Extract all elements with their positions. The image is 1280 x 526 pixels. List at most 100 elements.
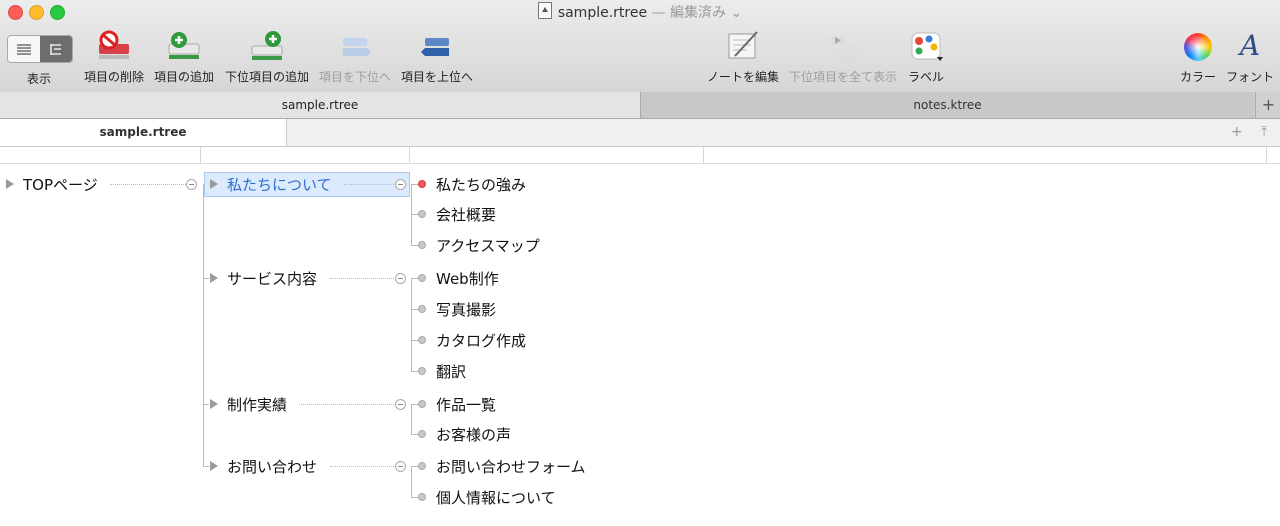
- move-up-level-icon: [419, 30, 455, 62]
- window-toolbar: sample.rtree — 編集済み ⌄ 表示 項目の削除 項目の追加 下位項…: [0, 0, 1280, 93]
- list-view-button[interactable]: [8, 36, 40, 62]
- label-label: ラベル: [907, 70, 944, 84]
- move-down-level-icon: [337, 30, 373, 62]
- collapse-toggle-icon[interactable]: [395, 273, 406, 284]
- disclosure-triangle-icon[interactable]: [210, 179, 218, 189]
- edit-note-label: ノートを編集: [706, 70, 779, 84]
- tree-node-about[interactable]: 私たちについて: [227, 174, 332, 195]
- move-down-level-button[interactable]: 項目を下位へ: [316, 30, 394, 85]
- document-icon: [537, 2, 552, 19]
- node-bullet: [418, 430, 426, 438]
- document-tab-bar: sample.rtree notes.ktree +: [0, 92, 1280, 119]
- disclosure-triangle-icon[interactable]: [210, 461, 218, 471]
- leader-dots: [299, 404, 394, 405]
- node-bullet: [418, 305, 426, 313]
- tree-node-catalog[interactable]: カタログ作成: [436, 330, 526, 351]
- color-label: カラー: [1179, 70, 1216, 84]
- node-bullet: [418, 241, 426, 249]
- tree-connector: [203, 404, 209, 405]
- tree-node-photo[interactable]: 写真撮影: [436, 299, 496, 320]
- tree-node-contact-form[interactable]: お問い合わせフォーム: [436, 456, 586, 477]
- font-icon: A: [1239, 29, 1261, 62]
- delete-item-icon: [96, 30, 132, 62]
- add-sheet-button[interactable]: +: [1231, 119, 1243, 146]
- node-bullet: [418, 400, 426, 408]
- disclosure-triangle-icon[interactable]: [6, 179, 14, 189]
- window-title-text: sample.rtree: [557, 5, 648, 21]
- tree-node-testimonials[interactable]: お客様の声: [436, 424, 511, 445]
- node-bullet: [418, 336, 426, 344]
- tree-node-web[interactable]: Web制作: [436, 268, 499, 289]
- font-button[interactable]: A フォント: [1222, 30, 1278, 85]
- show-all-children-label: 下位項目を全て表示: [788, 70, 897, 84]
- column-header-bar: [0, 147, 1280, 164]
- tree-connector: [411, 404, 412, 434]
- tree-connector: [203, 184, 204, 466]
- tree-node-services[interactable]: サービス内容: [227, 268, 317, 289]
- tree-node-company[interactable]: 会社概要: [436, 204, 496, 225]
- collapse-toggle-icon[interactable]: [395, 461, 406, 472]
- node-bullet: [418, 493, 426, 501]
- view-mode-segmented-control[interactable]: [7, 35, 73, 63]
- tree-node-translation[interactable]: 翻訳: [436, 361, 466, 382]
- show-all-children-button[interactable]: 下位項目を全て表示: [786, 30, 900, 85]
- color-wheel-icon: [1180, 30, 1216, 62]
- tab-notes-ktree[interactable]: notes.ktree: [641, 92, 1254, 118]
- leader-dots: [344, 184, 394, 185]
- leader-dots: [110, 184, 186, 185]
- tree-connector: [411, 278, 412, 371]
- tree-view-button[interactable]: [40, 36, 72, 62]
- window-title: sample.rtree — 編集済み ⌄: [0, 2, 1280, 22]
- add-item-button[interactable]: 項目の追加: [152, 30, 216, 85]
- tree-node-portfolio[interactable]: 作品一覧: [436, 394, 496, 415]
- collapse-toggle-icon[interactable]: [395, 399, 406, 410]
- tree-node-access-map[interactable]: アクセスマップ: [436, 235, 540, 256]
- tree-node-strengths[interactable]: 私たちの強み: [436, 174, 526, 195]
- column-divider[interactable]: [200, 147, 201, 163]
- add-item-label: 項目の追加: [153, 70, 214, 84]
- collapse-toggle-icon[interactable]: [395, 179, 406, 190]
- edited-indicator[interactable]: — 編集済み ⌄: [652, 5, 743, 21]
- node-bullet: [418, 367, 426, 375]
- sheet-tab-sample-rtree[interactable]: sample.rtree: [0, 119, 287, 146]
- collapse-toggle-icon[interactable]: [186, 179, 197, 190]
- tree-view-icon: [50, 44, 61, 55]
- leader-dots: [330, 278, 394, 279]
- add-item-icon: [166, 30, 202, 62]
- node-bullet: [418, 210, 426, 218]
- column-divider[interactable]: [409, 147, 410, 163]
- add-child-item-label: 下位項目の追加: [224, 70, 309, 84]
- edit-note-button[interactable]: ノートを編集: [704, 30, 782, 85]
- label-palette-icon: [908, 30, 944, 62]
- delete-item-button[interactable]: 項目の削除: [82, 30, 146, 85]
- tree-node-privacy[interactable]: 個人情報について: [436, 487, 556, 508]
- label-button[interactable]: ラベル: [900, 30, 952, 85]
- view-label: 表示: [26, 72, 51, 86]
- move-up-level-button[interactable]: 項目を上位へ: [398, 30, 476, 85]
- tab-sample-rtree[interactable]: sample.rtree: [0, 92, 641, 118]
- tree-node-root[interactable]: TOPページ: [23, 174, 98, 195]
- tree-connector: [203, 278, 209, 279]
- tree-connector: [411, 466, 412, 497]
- sheet-tab-bar: sample.rtree + ⤒: [0, 119, 1280, 147]
- column-divider[interactable]: [1266, 147, 1267, 163]
- show-all-children-icon: [825, 30, 861, 62]
- collapse-top-icon[interactable]: ⤒: [1261, 119, 1267, 146]
- move-up-level-label: 項目を上位へ: [400, 70, 473, 84]
- color-button[interactable]: カラー: [1172, 30, 1224, 85]
- disclosure-triangle-icon[interactable]: [210, 273, 218, 283]
- leader-dots: [330, 466, 394, 467]
- list-view-icon: [17, 44, 31, 55]
- delete-item-label: 項目の削除: [83, 70, 144, 84]
- disclosure-triangle-icon[interactable]: [210, 399, 218, 409]
- node-bullet: [418, 462, 426, 470]
- move-down-level-label: 項目を下位へ: [318, 70, 391, 84]
- red-label-dot: [418, 180, 426, 188]
- column-divider[interactable]: [703, 147, 704, 163]
- tree-node-works[interactable]: 制作実績: [227, 394, 287, 415]
- add-child-item-button[interactable]: 下位項目の追加: [222, 30, 312, 85]
- new-tab-button[interactable]: +: [1255, 92, 1280, 118]
- tree-node-contact[interactable]: お問い合わせ: [227, 456, 317, 477]
- node-bullet: [418, 274, 426, 282]
- add-child-item-icon: [249, 30, 285, 62]
